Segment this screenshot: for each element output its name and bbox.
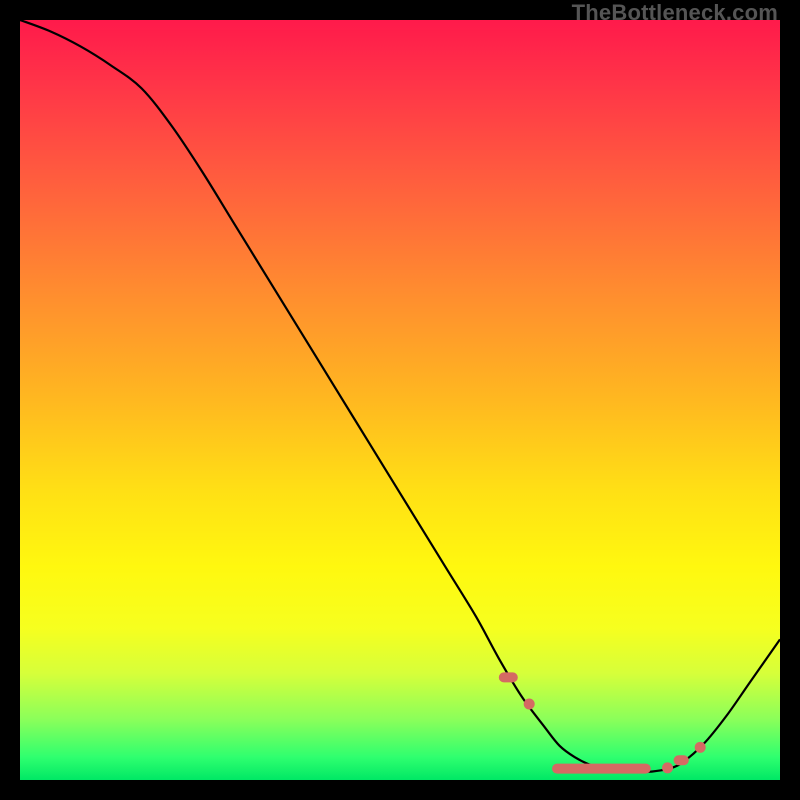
marker-dot xyxy=(662,762,673,773)
marker-dash xyxy=(674,755,689,765)
marker-dot xyxy=(524,699,535,710)
marker-dash xyxy=(499,672,518,682)
plot-area xyxy=(20,20,780,780)
marker-layer xyxy=(499,672,706,773)
marker-dash xyxy=(552,764,651,774)
bottleneck-curve xyxy=(20,20,780,772)
chart-frame: TheBottleneck.com xyxy=(0,0,800,800)
marker-dot xyxy=(695,742,706,753)
curve-layer xyxy=(20,20,780,780)
watermark-text: TheBottleneck.com xyxy=(572,0,778,26)
